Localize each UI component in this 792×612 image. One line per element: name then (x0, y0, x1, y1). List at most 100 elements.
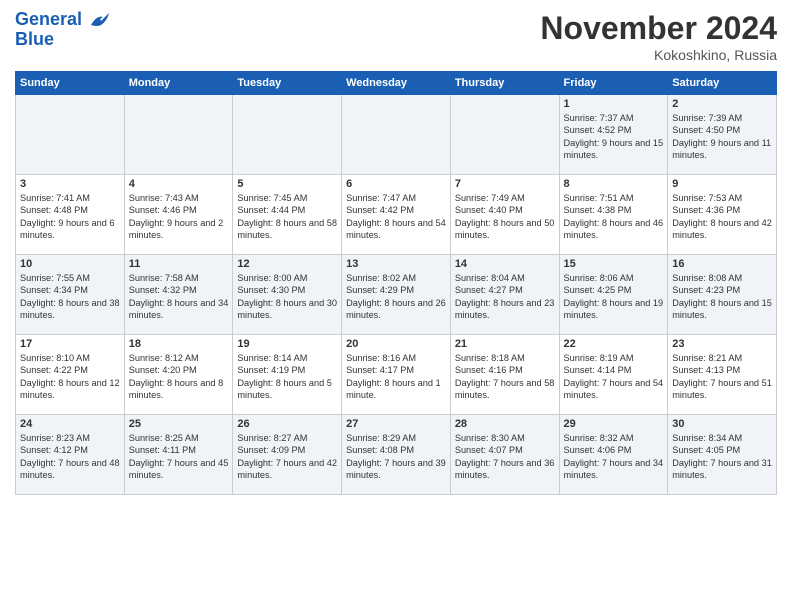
day-cell: 13Sunrise: 8:02 AM Sunset: 4:29 PM Dayli… (342, 255, 451, 335)
day-info: Sunrise: 8:14 AM Sunset: 4:19 PM Dayligh… (237, 352, 337, 402)
day-number: 10 (20, 258, 120, 270)
col-header-saturday: Saturday (668, 72, 777, 95)
day-number: 4 (129, 178, 229, 190)
day-cell (450, 95, 559, 175)
day-cell: 16 Sunrise: 8:08 AM Sunset: 4:23 PM Dayli… (668, 255, 777, 335)
day-info: Sunrise: 8:29 AM Sunset: 4:08 PM Dayligh… (346, 432, 446, 482)
day-cell: 24 Sunrise: 8:23 AM Sunset: 4:12 PM Dayli… (16, 415, 125, 495)
day-number: 28 (455, 418, 555, 430)
day-info: Sunrise: 7:55 AM Sunset: 4:34 PM Dayligh… (20, 272, 120, 322)
week-row-3: 10 Sunrise: 7:55 AM Sunset: 4:34 PM Dayli… (16, 255, 777, 335)
day-cell: 29 Sunrise: 8:32 AM Sunset: 4:06 PM Dayli… (559, 415, 668, 495)
day-number: 9 (672, 178, 772, 190)
day-cell: 20Sunrise: 8:16 AM Sunset: 4:17 PM Dayli… (342, 335, 451, 415)
day-cell: 11 Sunrise: 7:58 AM Sunset: 4:32 PM Dayli… (124, 255, 233, 335)
day-cell: 18 Sunrise: 8:12 AM Sunset: 4:20 PM Dayli… (124, 335, 233, 415)
day-info: Sunrise: 8:06 AM Sunset: 4:25 PM Dayligh… (564, 272, 664, 322)
day-number: 6 (346, 178, 446, 190)
day-number: 5 (237, 178, 337, 190)
calendar-header: SundayMondayTuesdayWednesdayThursdayFrid… (16, 72, 777, 95)
day-number: 23 (672, 338, 772, 350)
day-number: 29 (564, 418, 664, 430)
day-cell: 22 Sunrise: 8:19 AM Sunset: 4:14 PM Dayli… (559, 335, 668, 415)
day-number: 8 (564, 178, 664, 190)
day-info: Sunrise: 8:30 AM Sunset: 4:07 PM Dayligh… (455, 432, 555, 482)
day-cell: 12 Sunrise: 8:00 AM Sunset: 4:30 PM Dayli… (233, 255, 342, 335)
col-header-sunday: Sunday (16, 72, 125, 95)
day-number: 7 (455, 178, 555, 190)
day-number: 25 (129, 418, 229, 430)
day-cell: 8Sunrise: 7:51 AM Sunset: 4:38 PM Daylig… (559, 175, 668, 255)
day-number: 20 (346, 338, 446, 350)
col-header-thursday: Thursday (450, 72, 559, 95)
week-row-4: 17 Sunrise: 8:10 AM Sunset: 4:22 PM Dayli… (16, 335, 777, 415)
day-info: Sunrise: 7:43 AM Sunset: 4:46 PM Dayligh… (129, 192, 229, 242)
logo: General Blue (15, 10, 111, 50)
day-cell: 9 Sunrise: 7:53 AM Sunset: 4:36 PM Daylig… (668, 175, 777, 255)
day-number: 22 (564, 338, 664, 350)
day-cell (124, 95, 233, 175)
day-cell: 6Sunrise: 7:47 AM Sunset: 4:42 PM Daylig… (342, 175, 451, 255)
day-cell: 5Sunrise: 7:45 AM Sunset: 4:44 PM Daylig… (233, 175, 342, 255)
day-info: Sunrise: 7:39 AM Sunset: 4:50 PM Dayligh… (672, 112, 772, 162)
day-cell: 10 Sunrise: 7:55 AM Sunset: 4:34 PM Dayli… (16, 255, 125, 335)
week-row-5: 24 Sunrise: 8:23 AM Sunset: 4:12 PM Dayli… (16, 415, 777, 495)
day-info: Sunrise: 7:37 AM Sunset: 4:52 PM Dayligh… (564, 112, 664, 162)
col-header-wednesday: Wednesday (342, 72, 451, 95)
day-info: Sunrise: 7:53 AM Sunset: 4:36 PM Dayligh… (672, 192, 772, 242)
day-cell: 26Sunrise: 8:27 AM Sunset: 4:09 PM Dayli… (233, 415, 342, 495)
day-number: 27 (346, 418, 446, 430)
month-title: November 2024 (540, 10, 777, 47)
day-info: Sunrise: 8:21 AM Sunset: 4:13 PM Dayligh… (672, 352, 772, 402)
day-info: Sunrise: 8:04 AM Sunset: 4:27 PM Dayligh… (455, 272, 555, 322)
day-info: Sunrise: 8:02 AM Sunset: 4:29 PM Dayligh… (346, 272, 446, 322)
day-cell (342, 95, 451, 175)
location: Kokoshkino, Russia (540, 47, 777, 63)
day-info: Sunrise: 7:49 AM Sunset: 4:40 PM Dayligh… (455, 192, 555, 242)
col-header-tuesday: Tuesday (233, 72, 342, 95)
day-number: 17 (20, 338, 120, 350)
day-cell (233, 95, 342, 175)
day-cell: 2 Sunrise: 7:39 AM Sunset: 4:50 PM Daylig… (668, 95, 777, 175)
day-number: 26 (237, 418, 337, 430)
day-info: Sunrise: 8:08 AM Sunset: 4:23 PM Dayligh… (672, 272, 772, 322)
day-cell: 1 Sunrise: 7:37 AM Sunset: 4:52 PM Daylig… (559, 95, 668, 175)
col-header-monday: Monday (124, 72, 233, 95)
day-info: Sunrise: 7:58 AM Sunset: 4:32 PM Dayligh… (129, 272, 229, 322)
day-number: 16 (672, 258, 772, 270)
col-header-friday: Friday (559, 72, 668, 95)
day-number: 19 (237, 338, 337, 350)
day-cell: 14Sunrise: 8:04 AM Sunset: 4:27 PM Dayli… (450, 255, 559, 335)
day-number: 2 (672, 98, 772, 110)
day-cell: 4 Sunrise: 7:43 AM Sunset: 4:46 PM Daylig… (124, 175, 233, 255)
logo-bird-icon (89, 11, 111, 29)
day-info: Sunrise: 8:12 AM Sunset: 4:20 PM Dayligh… (129, 352, 229, 402)
day-number: 12 (237, 258, 337, 270)
day-info: Sunrise: 7:41 AM Sunset: 4:48 PM Dayligh… (20, 192, 120, 242)
day-cell: 25Sunrise: 8:25 AM Sunset: 4:11 PM Dayli… (124, 415, 233, 495)
day-info: Sunrise: 8:00 AM Sunset: 4:30 PM Dayligh… (237, 272, 337, 322)
day-cell: 17 Sunrise: 8:10 AM Sunset: 4:22 PM Dayli… (16, 335, 125, 415)
day-info: Sunrise: 8:19 AM Sunset: 4:14 PM Dayligh… (564, 352, 664, 402)
logo-general: General (15, 9, 82, 29)
day-info: Sunrise: 8:10 AM Sunset: 4:22 PM Dayligh… (20, 352, 120, 402)
day-info: Sunrise: 8:32 AM Sunset: 4:06 PM Dayligh… (564, 432, 664, 482)
day-number: 24 (20, 418, 120, 430)
day-info: Sunrise: 8:34 AM Sunset: 4:05 PM Dayligh… (672, 432, 772, 482)
header-row: SundayMondayTuesdayWednesdayThursdayFrid… (16, 72, 777, 95)
day-cell: 21Sunrise: 8:18 AM Sunset: 4:16 PM Dayli… (450, 335, 559, 415)
day-number: 11 (129, 258, 229, 270)
page-header: General Blue November 2024 Kokoshkino, R… (15, 10, 777, 63)
week-row-1: 1 Sunrise: 7:37 AM Sunset: 4:52 PM Daylig… (16, 95, 777, 175)
week-row-2: 3Sunrise: 7:41 AM Sunset: 4:48 PM Daylig… (16, 175, 777, 255)
day-info: Sunrise: 8:23 AM Sunset: 4:12 PM Dayligh… (20, 432, 120, 482)
day-number: 18 (129, 338, 229, 350)
day-cell: 15 Sunrise: 8:06 AM Sunset: 4:25 PM Dayli… (559, 255, 668, 335)
calendar-body: 1 Sunrise: 7:37 AM Sunset: 4:52 PM Daylig… (16, 95, 777, 495)
day-number: 30 (672, 418, 772, 430)
day-number: 15 (564, 258, 664, 270)
title-block: November 2024 Kokoshkino, Russia (540, 10, 777, 63)
day-cell: 3Sunrise: 7:41 AM Sunset: 4:48 PM Daylig… (16, 175, 125, 255)
day-cell: 23 Sunrise: 8:21 AM Sunset: 4:13 PM Dayli… (668, 335, 777, 415)
day-number: 1 (564, 98, 664, 110)
